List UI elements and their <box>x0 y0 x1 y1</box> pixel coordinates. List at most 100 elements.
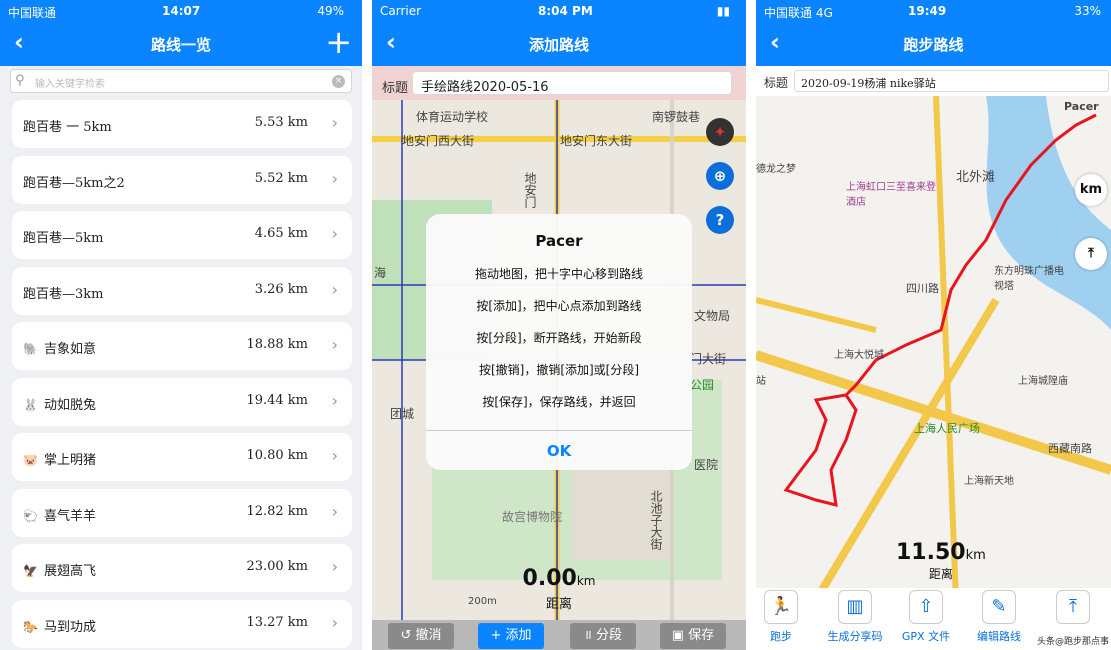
help-icon[interactable]: ? <box>706 206 734 234</box>
signpost-icon[interactable]: ⤒ <box>1075 238 1107 270</box>
save-button[interactable]: ▣ 保存 <box>660 623 726 649</box>
gpx-label: GPX 文件 <box>901 630 951 643</box>
route-row[interactable]: 跑百巷—5km 4.65 km › <box>12 211 352 259</box>
route-name: 跑百巷—3km <box>23 283 103 302</box>
route-name: 跑百巷—5km之2 <box>23 172 125 191</box>
route-name: 🦅 展翅高飞 <box>23 560 96 579</box>
map-label-drum: 南锣鼓巷 <box>652 110 701 124</box>
ok-button[interactable]: OK <box>426 442 692 460</box>
route-row[interactable]: 跑百巷 一 5km 5.53 km › <box>12 100 352 148</box>
instructions-dialog: Pacer 拖动地图，把十字中心移到路线 按[添加]，把中心点添加到路线 按[分… <box>426 214 692 470</box>
distance-display: 0.00km 距离 <box>372 566 746 612</box>
run-button[interactable]: 🏃 跑步 <box>756 590 816 644</box>
title-field[interactable]: 手绘路线2020-05-16 <box>412 71 732 95</box>
time-label: 8:04 PM <box>538 4 593 18</box>
map-label-temple: 上海城隍庙 <box>1018 376 1068 387</box>
status-bar: 中国联通 4G 19:49 33% <box>756 0 1111 22</box>
dialog-line: 按[分段]，断开路线，开始新段 <box>476 331 642 345</box>
compass-icon[interactable]: ✦ <box>706 118 734 146</box>
route-row[interactable]: 跑百巷—5km之2 5.52 km › <box>12 155 352 204</box>
search-input[interactable]: ⚲ 输入关键字检索 × <box>10 69 352 93</box>
status-bar: Carrier 8:04 PM ▮▮ <box>372 0 746 22</box>
route-distance: 18.88 km <box>246 337 308 352</box>
share-code-button[interactable]: ▥ 生成分享码 <box>820 590 890 644</box>
clear-icon[interactable]: × <box>332 75 345 88</box>
title-label: 标题 <box>382 81 409 96</box>
route-animal-icon: 🐎 <box>23 619 38 634</box>
title-field[interactable]: 2020-09-19杨浦 nike驿站 <box>794 70 1109 92</box>
route-name-text: 跑百巷—5km <box>23 231 104 246</box>
chevron-right-icon: › <box>331 390 338 410</box>
route-distance: 12.82 km <box>246 503 308 519</box>
map-label-beichizi: 北池子大街 <box>649 490 663 550</box>
share-label: 生成分享码 <box>827 630 883 643</box>
chevron-right-icon: › <box>331 501 338 521</box>
status-bar: 中国联通 14:07 49% <box>0 0 362 22</box>
route-distance: 3.26 km <box>254 281 308 297</box>
add-icon[interactable]: + <box>325 23 352 61</box>
route-animal-icon: 🐑 <box>23 508 38 523</box>
edit-icon: ✎ <box>982 590 1016 624</box>
running-icon: 🏃 <box>764 590 798 624</box>
battery-icon: ▮▮ <box>716 4 730 18</box>
save-icon: ▣ <box>671 628 689 643</box>
time-label: 14:07 <box>162 4 201 18</box>
bottom-toolbar: ↺ 撤消 + 添加 ॥ 分段 ▣ 保存 <box>372 620 746 650</box>
route-name: 🐎 马到功成 <box>23 616 96 635</box>
carrier-label: 中国联通 <box>8 6 57 20</box>
map-label-west-street: 地安门西大街 <box>402 134 475 148</box>
locate-icon[interactable]: ⊕ <box>706 162 734 190</box>
page-title: 跑步路线 <box>903 36 964 54</box>
route-row[interactable]: 🐷 掌上明猪 10.80 km › <box>12 433 352 481</box>
add-button[interactable]: + 添加 <box>478 623 544 649</box>
pause-icon: ॥ <box>584 628 596 643</box>
route-row[interactable]: 🦅 展翅高飞 23.00 km › <box>12 544 352 592</box>
route-row[interactable]: 🐰 动如脱兔 19.44 km › <box>12 377 352 426</box>
edit-route-button[interactable]: ✎ 编辑路线 <box>964 590 1034 644</box>
battery-label: 33% <box>1074 4 1101 18</box>
route-distance: 4.65 km <box>254 226 308 241</box>
map-label-hongkou: 上海虹口三至喜来登酒店 <box>846 182 936 208</box>
dialog-title: Pacer <box>535 232 583 250</box>
route-row[interactable]: 🐑 喜气羊羊 12.82 km › <box>12 488 352 537</box>
undo-button[interactable]: ↺ 撤消 <box>388 623 454 649</box>
edit-label: 编辑路线 <box>977 630 1021 643</box>
dialog-line: 拖动地图，把十字中心移到路线 <box>474 267 643 281</box>
distance-display: 11.50km 距离 <box>896 540 986 582</box>
distance-label: 距离 <box>545 597 572 612</box>
add-route-screen: Carrier 8:04 PM ▮▮ ‹ 添加路线 标题 手绘路线2020-05… <box>372 0 746 650</box>
more-button[interactable]: ⤒ <box>1038 590 1108 624</box>
gpx-file-button[interactable]: ⇧ GPX 文件 <box>891 590 961 644</box>
route-name-text: 掌上明猪 <box>43 453 96 468</box>
map-label-hospital: 医院 <box>694 458 719 472</box>
chevron-right-icon: › <box>331 557 338 576</box>
route-row[interactable]: 🐎 马到功成 13.27 km › <box>12 599 352 648</box>
save-label: 保存 <box>688 628 715 643</box>
route-row[interactable]: 跑百巷—3km 3.26 km › <box>12 266 352 315</box>
split-button[interactable]: ॥ 分段 <box>570 623 636 649</box>
route-distance: 19.44 km <box>246 392 308 408</box>
undo-label: 撤消 <box>415 628 442 643</box>
carrier-label: Carrier <box>380 4 422 18</box>
title-row: 标题 2020-09-19杨浦 nike驿站 <box>756 66 1111 96</box>
export-icon: ⇧ <box>909 590 943 624</box>
nav-bar: ‹ 添加路线 <box>372 22 746 66</box>
route-row[interactable]: 🐘 吉象如意 18.88 km › <box>12 322 352 370</box>
unit-toggle-button[interactable]: km <box>1075 174 1107 206</box>
route-animal-icon: 🦅 <box>23 564 38 578</box>
time-label: 19:49 <box>908 4 947 18</box>
chevron-right-icon: › <box>331 335 338 354</box>
run-label: 跑步 <box>770 630 792 643</box>
running-route-screen: 中国联通 4G 19:49 33% ‹ 跑步路线 标题 2020-09-19杨浦… <box>756 0 1111 650</box>
map-label-peoples: 上海人民广场 <box>914 422 980 435</box>
dialog-divider <box>426 430 692 431</box>
route-name: 🐘 吉象如意 <box>23 338 96 357</box>
chevron-right-icon: › <box>331 168 338 188</box>
route-animal-icon: 🐷 <box>23 453 38 467</box>
plus-icon: + <box>490 628 506 643</box>
watermark: 头条@跑步那点事 <box>1036 637 1109 647</box>
route-name: 🐑 喜气羊羊 <box>23 505 96 524</box>
map-label-dragon: 德龙之梦 <box>756 164 796 175</box>
chevron-right-icon: › <box>331 612 338 632</box>
route-distance: 23.00 km <box>246 559 308 574</box>
